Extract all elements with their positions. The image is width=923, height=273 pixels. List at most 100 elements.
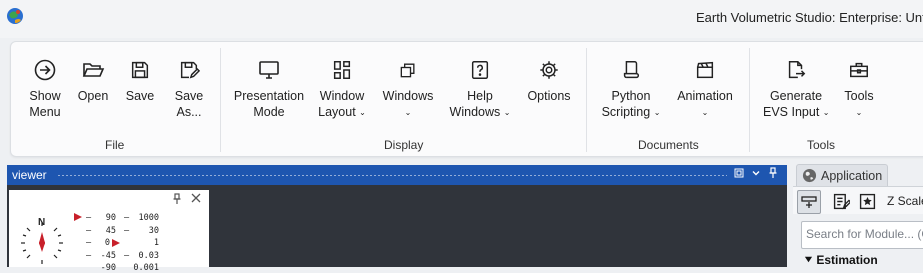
save-as-label-2: As... [176,105,202,119]
marker-arrow-icon [74,213,82,221]
generate-evs-input-button[interactable]: Generate EVS Input ⌄ [763,52,829,121]
scale-tick: – [124,226,130,236]
application-toolbar: Z Scale [793,186,923,214]
save-label: Save [125,89,155,103]
scale-right-value: 0.001 [133,263,159,273]
scale-left-value: 45 [105,226,116,236]
scale-tick: – [86,226,92,236]
scale-tick: – [124,213,130,223]
help-question-icon [471,61,489,79]
compass-north-label: N [38,217,46,228]
tab-application[interactable]: Application [796,164,888,187]
scale-left-value: 90 [105,213,116,223]
scale-left-value: -45 [100,251,116,261]
tools-button[interactable]: Tools ⌄ [841,52,877,121]
title-bar: Earth Volumetric Studio: Enterprise: Unt… [0,0,923,38]
scale-right-value: 30 [148,226,159,236]
chevron-down-icon[interactable] [748,167,764,183]
expand-triangle-icon [804,256,813,263]
save-as-button[interactable]: Save As... [171,52,207,120]
scale-left-value: 0 [104,238,110,248]
windows-label: Windows [382,89,434,103]
window-layout-button[interactable]: Window Layout ⌄ [317,52,367,121]
section-estimation[interactable]: Estimation [804,253,878,267]
save-button[interactable]: Save [123,52,157,104]
arrow-circle-right-icon [34,59,56,81]
scale-right-value: 0.03 [138,251,159,261]
module-search-input[interactable] [806,223,923,245]
favorites-button[interactable] [856,190,878,212]
presentation-mode-label-2: Mode [253,105,285,119]
chevron-down-icon: ⌄ [359,108,366,117]
orientation-panel: N – 90 – 45 – 0 – -45 -90 – 1000 – 30 1 … [9,190,209,273]
save-as-label-1: Save [174,89,204,103]
chevron-down-icon: ⌄ [701,108,709,117]
open-button[interactable]: Open [75,52,111,104]
pin-icon[interactable] [172,193,182,208]
animation-label: Animation [677,89,733,103]
pin-icon[interactable] [765,167,781,183]
show-menu-label-2: Menu [29,105,61,119]
drag-grip[interactable] [57,174,727,177]
group-separator [749,48,750,152]
python-scripting-button[interactable]: Python Scripting ⌄ [599,52,663,121]
window-layout-label-1: Window [319,89,365,103]
scale-tick: – [86,238,92,248]
group-label-tools: Tools [807,138,836,152]
file-export-icon [788,61,806,79]
viewer-title: viewer [12,168,47,182]
edit-list-icon [833,193,850,209]
marker-arrow-icon [112,239,120,247]
add-module-icon [801,196,817,208]
group-separator [220,48,221,152]
open-label: Open [77,89,109,103]
viewer-title-bar[interactable]: viewer [7,165,787,185]
help-windows-button[interactable]: Help Windows ⌄ [449,52,511,121]
star-icon [859,193,875,209]
window-layout-label-2: Layout [318,105,356,119]
float-window-icon[interactable] [731,167,747,183]
options-label: Options [527,89,571,103]
help-windows-label-1: Help [467,89,493,103]
clapperboard-icon [696,61,714,79]
presentation-mode-label-1: Presentation [233,89,305,103]
show-menu-button[interactable]: Show Menu [25,52,65,120]
save-as-icon [180,61,200,79]
chevron-down-icon: ⌄ [653,108,661,117]
windows-button[interactable]: Windows ⌄ [381,52,435,121]
ribbon-toolbar: Show Menu Open Save Save As... File Pres… [10,41,923,157]
options-button[interactable]: Options [525,52,573,104]
scale-right-value: 1 [153,238,159,248]
gear-icon [540,61,558,79]
module-search-field[interactable] [801,221,923,249]
python-scripting-label-1: Python [611,89,651,103]
layout-grid-icon [333,61,351,79]
chevron-down-icon: ⌄ [404,108,412,117]
add-module-button[interactable] [797,190,821,214]
app-logo-icon[interactable] [6,7,24,25]
group-label-file: File [105,138,125,152]
windows-stack-icon [400,63,415,78]
help-windows-label-2: Windows [449,105,501,119]
close-icon[interactable] [190,192,202,207]
scale-left-value: -90 [100,263,116,273]
tab-application-label: Application [821,169,883,183]
globe-icon [802,168,817,183]
group-label-documents: Documents [638,138,699,152]
folder-open-icon [82,63,105,77]
tools-label: Tools [844,89,874,103]
edit-list-button[interactable] [830,190,852,212]
animation-button[interactable]: Animation ⌄ [675,52,735,121]
chevron-down-icon: ⌄ [855,108,863,117]
scale-tick: – [86,251,92,261]
presentation-mode-button[interactable]: Presentation Mode [233,52,305,120]
chevron-down-icon: ⌄ [822,108,830,117]
toolbox-icon [850,62,868,78]
generate-evs-input-label-2: EVS Input [763,105,820,119]
group-label-display: Display [384,138,424,152]
group-separator [586,48,587,152]
z-scale-label: Z Scale [887,194,923,208]
monitor-icon [259,61,279,79]
show-menu-label-1: Show [29,89,61,103]
script-scroll-icon [623,61,640,79]
